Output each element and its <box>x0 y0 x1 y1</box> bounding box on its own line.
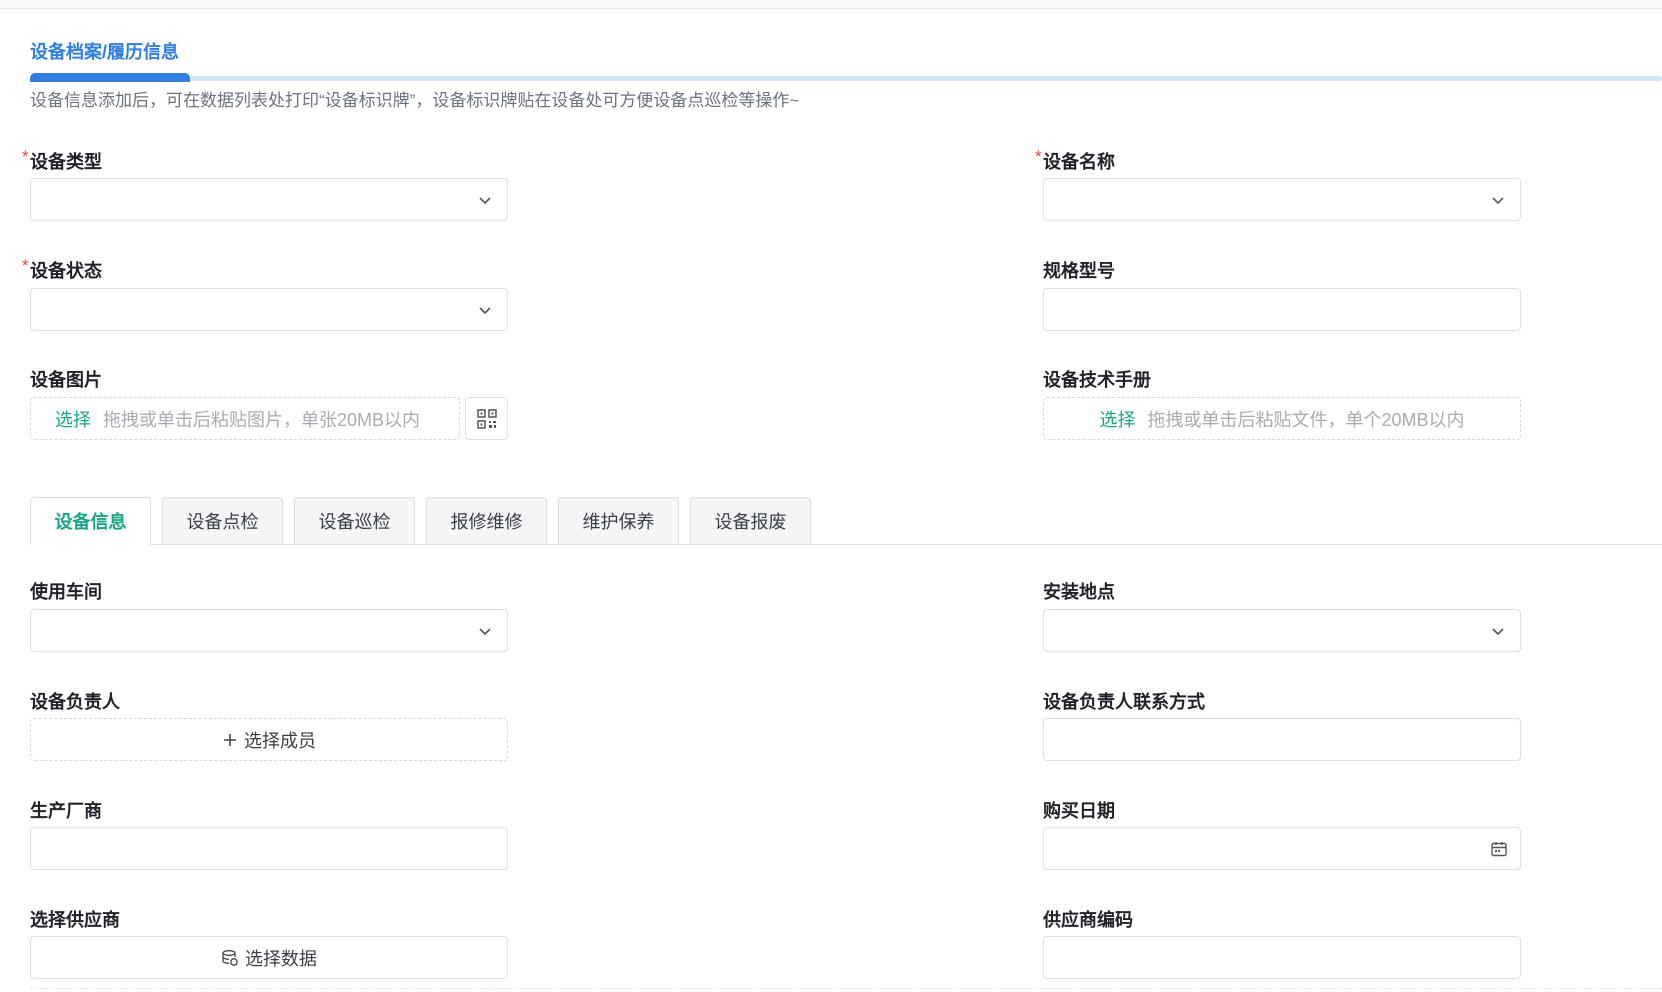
tab-patrol-inspection[interactable]: 设备巡检 <box>294 497 415 545</box>
device-image-label: 设备图片 <box>30 370 102 390</box>
spec-model-input[interactable] <box>1043 288 1521 331</box>
tab-device-info[interactable]: 设备信息 <box>30 497 151 545</box>
tab-maintenance[interactable]: 维护保养 <box>558 497 679 545</box>
manufacturer-label: 生产厂商 <box>30 801 102 821</box>
section-title-underline <box>30 73 190 82</box>
supplier-code-input[interactable] <box>1043 936 1521 979</box>
bottom-divider <box>30 988 1662 989</box>
required-mark: * <box>22 256 29 275</box>
owner-contact-input[interactable] <box>1043 718 1521 761</box>
purchase-date-picker[interactable] <box>1043 827 1521 870</box>
manufacturer-input[interactable] <box>30 827 508 870</box>
section-title-track <box>30 76 1662 81</box>
device-name-label-text: 设备名称 <box>1043 152 1115 172</box>
chevron-down-icon <box>479 628 491 636</box>
device-name-select[interactable] <box>1043 178 1521 221</box>
select-member-label: 选择成员 <box>244 730 316 751</box>
chevron-down-icon <box>479 197 491 205</box>
select-member-button[interactable]: 选择成员 <box>30 718 508 761</box>
device-type-label-text: 设备类型 <box>30 152 102 172</box>
image-upload-area[interactable]: 选择 拖拽或单击后粘贴图片，单张20MB以内 <box>30 397 460 440</box>
tab-repair[interactable]: 报修维修 <box>426 497 547 545</box>
workshop-label: 使用车间 <box>30 582 102 602</box>
device-status-label: * 设备状态 <box>22 256 102 283</box>
section-hint: 设备信息添加后，可在数据列表处打印“设备标识牌”，设备标识牌贴在设备处可方便设备… <box>30 91 800 110</box>
top-divider <box>0 0 1662 9</box>
database-icon <box>221 949 239 967</box>
manual-pick-link[interactable]: 选择 <box>1099 406 1135 432</box>
chevron-down-icon <box>479 307 491 315</box>
manual-upload-area[interactable]: 选择 拖拽或单击后粘贴文件，单个20MB以内 <box>1043 397 1521 440</box>
device-type-label: * 设备类型 <box>22 147 102 174</box>
section-title: 设备档案/履历信息 <box>30 42 180 62</box>
chevron-down-icon <box>1492 628 1504 636</box>
device-status-label-text: 设备状态 <box>30 261 102 281</box>
purchase-date-label: 购买日期 <box>1043 801 1115 821</box>
image-upload-placeholder: 拖拽或单击后粘贴图片，单张20MB以内 <box>103 409 421 430</box>
select-supplier-button[interactable]: 选择数据 <box>30 936 508 979</box>
required-mark: * <box>22 147 29 166</box>
required-mark: * <box>1035 147 1042 166</box>
select-supplier-label: 选择数据 <box>245 948 317 969</box>
chevron-down-icon <box>1492 197 1504 205</box>
supplier-code-label: 供应商编码 <box>1043 910 1133 930</box>
qrcode-icon <box>476 408 497 429</box>
image-pick-link[interactable]: 选择 <box>55 406 91 432</box>
owner-contact-label: 设备负责人联系方式 <box>1043 692 1205 712</box>
spec-model-label: 规格型号 <box>1043 261 1115 281</box>
owner-label: 设备负责人 <box>30 692 120 712</box>
tab-scrap[interactable]: 设备报废 <box>690 497 811 545</box>
manual-upload-placeholder: 拖拽或单击后粘贴文件，单个20MB以内 <box>1147 409 1465 430</box>
supplier-label: 选择供应商 <box>30 910 120 930</box>
device-type-select[interactable] <box>30 178 508 221</box>
location-label: 安装地点 <box>1043 582 1115 602</box>
device-manual-label: 设备技术手册 <box>1043 370 1151 390</box>
tab-spot-check[interactable]: 设备点检 <box>162 497 283 545</box>
plus-icon <box>222 732 238 748</box>
device-status-select[interactable] <box>30 288 508 331</box>
calendar-icon <box>1491 842 1507 857</box>
location-select[interactable] <box>1043 609 1521 652</box>
workshop-select[interactable] <box>30 609 508 652</box>
device-name-label: * 设备名称 <box>1035 147 1115 174</box>
qrcode-upload-button[interactable] <box>465 397 508 440</box>
